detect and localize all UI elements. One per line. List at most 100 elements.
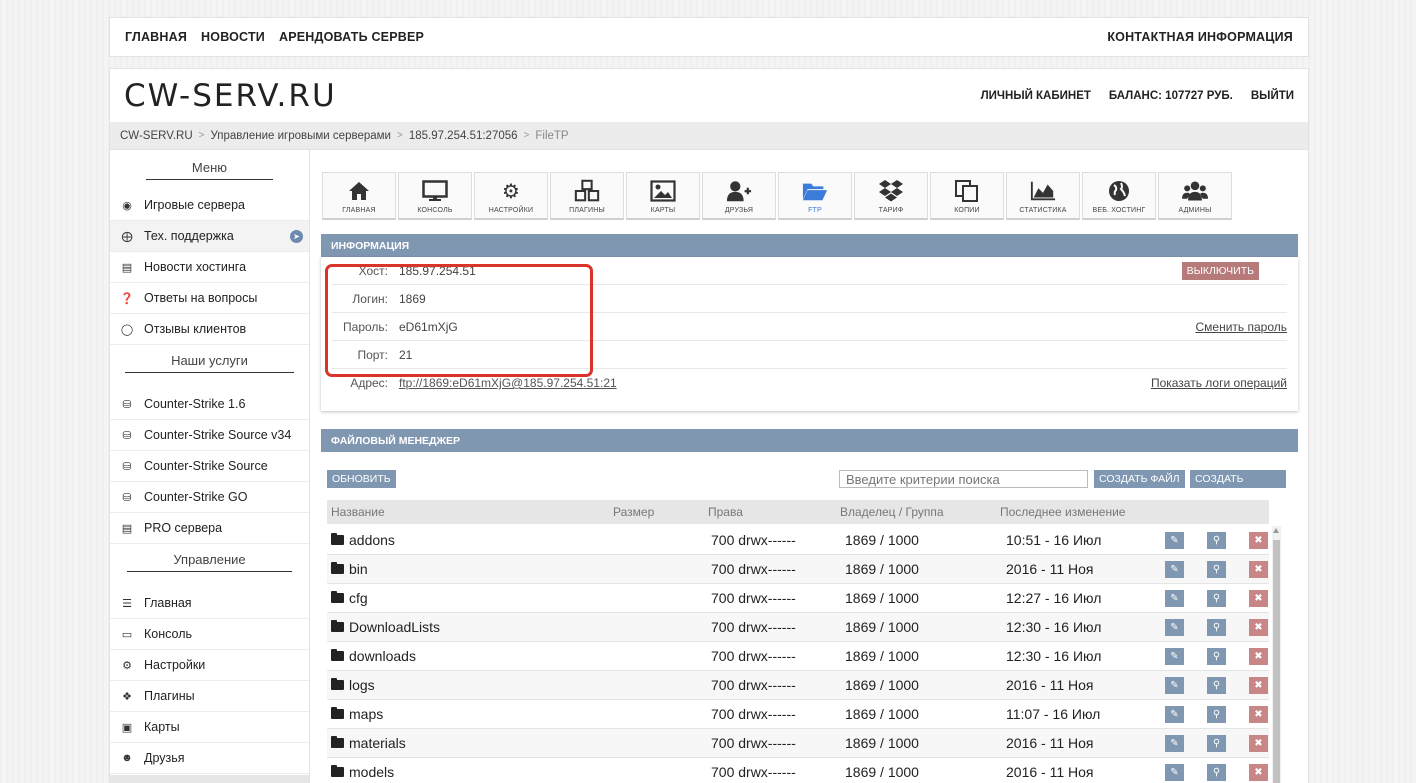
sidebar-item-css-v34[interactable]: ⛁ Counter-Strike Source v34 — [110, 420, 309, 451]
delete-x-icon[interactable]: ✖ — [1249, 619, 1268, 636]
table-row[interactable]: materials 700 drwx------ 1869 / 1000 2016 -… — [327, 729, 1269, 758]
permissions-key-icon[interactable]: ⚲ — [1207, 590, 1226, 607]
tab-admins[interactable]: админы — [1158, 172, 1232, 220]
create-file-button[interactable]: СОЗДАТЬ ФАЙЛ — [1094, 470, 1185, 488]
breadcrumb-item[interactable]: 185.97.254.51:27056 — [409, 130, 518, 142]
sidebar-item-settings[interactable]: ⚙ Настройки — [110, 650, 309, 681]
sidebar-item-csgo[interactable]: ⛁ Counter-Strike GO — [110, 482, 309, 513]
file-name[interactable]: models — [349, 764, 394, 780]
scroll-up-arrow-icon[interactable] — [1273, 528, 1279, 533]
permissions-key-icon[interactable]: ⚲ — [1207, 561, 1226, 578]
site-logo[interactable]: CW-SERV.RU — [124, 78, 337, 114]
permissions-key-icon[interactable]: ⚲ — [1207, 619, 1226, 636]
create-folder-button[interactable]: СОЗДАТЬ ПАПКУ — [1190, 470, 1286, 503]
tab-plugins[interactable]: плагины — [550, 172, 624, 220]
column-name[interactable]: Название — [331, 505, 385, 519]
file-name[interactable]: addons — [349, 532, 395, 548]
delete-x-icon[interactable]: ✖ — [1249, 735, 1268, 752]
tab-settings[interactable]: ⚙ настройки — [474, 172, 548, 220]
tab-console[interactable]: консоль — [398, 172, 472, 220]
permissions-key-icon[interactable]: ⚲ — [1207, 735, 1226, 752]
delete-x-icon[interactable]: ✖ — [1249, 706, 1268, 723]
sidebar-item-maps[interactable]: ▣ Карты — [110, 712, 309, 743]
table-row[interactable]: maps 700 drwx------ 1869 / 1000 11:07 - 16 … — [327, 700, 1269, 729]
edit-pencil-icon[interactable]: ✎ — [1165, 706, 1184, 723]
balance-label[interactable]: БАЛАНС: 107727 РУБ. — [1109, 90, 1233, 102]
table-row[interactable]: bin 700 drwx------ 1869 / 1000 2016 - 11 Но… — [327, 555, 1269, 584]
sidebar-item-pro[interactable]: ▤ PRO сервера — [110, 513, 309, 544]
edit-pencil-icon[interactable]: ✎ — [1165, 677, 1184, 694]
file-name[interactable]: downloads — [349, 648, 416, 664]
file-name[interactable]: bin — [349, 561, 368, 577]
tab-tariff[interactable]: тариф — [854, 172, 928, 220]
edit-pencil-icon[interactable]: ✎ — [1165, 561, 1184, 578]
breadcrumb-item[interactable]: Управление игровыми серверами — [210, 130, 390, 142]
table-row[interactable]: downloads 700 drwx------ 1869 / 1000 12:30 … — [327, 642, 1269, 671]
delete-x-icon[interactable]: ✖ — [1249, 590, 1268, 607]
table-row[interactable]: addons 700 drwx------ 1869 / 1000 10:51 - 1… — [327, 526, 1269, 555]
disable-ftp-button[interactable]: ВЫКЛЮЧИТЬ — [1181, 261, 1259, 280]
column-owner[interactable]: Владелец / Группа — [840, 505, 944, 519]
refresh-button[interactable]: ОБНОВИТЬ — [327, 470, 396, 488]
file-name[interactable]: materials — [349, 735, 406, 751]
show-logs-link[interactable]: Показать логи операций — [1151, 376, 1287, 390]
edit-pencil-icon[interactable]: ✎ — [1165, 764, 1184, 781]
sidebar-item-manage-home[interactable]: ☰ Главная — [110, 588, 309, 619]
sidebar-item-support[interactable]: ⨁ Тех. поддержка ➤ — [110, 221, 309, 252]
scrollbar-thumb[interactable] — [1273, 540, 1280, 783]
breadcrumb-item[interactable]: CW-SERV.RU — [120, 130, 193, 142]
tab-backups[interactable]: копии — [930, 172, 1004, 220]
edit-pencil-icon[interactable]: ✎ — [1165, 648, 1184, 665]
sidebar-item-news[interactable]: ▤ Новости хостинга — [110, 252, 309, 283]
ftp-address-link[interactable]: ftp://1869:eD61mXjG@185.97.254.51:21 — [399, 376, 617, 390]
edit-pencil-icon[interactable]: ✎ — [1165, 619, 1184, 636]
delete-x-icon[interactable]: ✖ — [1249, 677, 1268, 694]
sidebar-item-plugins[interactable]: ❖ Плагины — [110, 681, 309, 712]
change-password-link[interactable]: Сменить пароль — [1195, 320, 1287, 334]
delete-x-icon[interactable]: ✖ — [1249, 648, 1268, 665]
column-modified[interactable]: Последнее изменение — [1000, 505, 1125, 519]
tab-friends[interactable]: друзья — [702, 172, 776, 220]
edit-pencil-icon[interactable]: ✎ — [1165, 532, 1184, 549]
edit-pencil-icon[interactable]: ✎ — [1165, 590, 1184, 607]
permissions-key-icon[interactable]: ⚲ — [1207, 706, 1226, 723]
sidebar-item-game-servers[interactable]: ◉ Игровые сервера — [110, 190, 309, 221]
table-row[interactable]: DownloadLists 700 drwx------ 1869 / 1000 12… — [327, 613, 1269, 642]
tab-web-hosting[interactable]: веб. хостинг — [1082, 172, 1156, 220]
nav-contact-link[interactable]: КОНТАКТНАЯ ИНФОРМАЦИЯ — [1107, 30, 1293, 44]
nav-news-link[interactable]: НОВОСТИ — [201, 30, 265, 44]
sidebar-item-console[interactable]: ▭ Консоль — [110, 619, 309, 650]
table-row[interactable]: cfg 700 drwx------ 1869 / 1000 12:27 - 16 И… — [327, 584, 1269, 613]
table-row[interactable]: logs 700 drwx------ 1869 / 1000 2016 - 11 Н… — [327, 671, 1269, 700]
sidebar-item-faq[interactable]: ❓ Ответы на вопросы — [110, 283, 309, 314]
permissions-key-icon[interactable]: ⚲ — [1207, 648, 1226, 665]
search-input[interactable] — [839, 470, 1088, 488]
nav-rent-server-link[interactable]: АРЕНДОВАТЬ СЕРВЕР — [279, 30, 424, 44]
file-name[interactable]: DownloadLists — [349, 619, 440, 635]
sidebar-item-friends[interactable]: ☻ Друзья — [110, 743, 309, 774]
column-size[interactable]: Размер — [613, 505, 654, 519]
file-name[interactable]: logs — [349, 677, 375, 693]
table-row[interactable]: models 700 drwx------ 1869 / 1000 2016 - 11… — [327, 758, 1269, 783]
sidebar-item-cs16[interactable]: ⛁ Counter-Strike 1.6 — [110, 389, 309, 420]
file-name[interactable]: cfg — [349, 590, 368, 606]
sidebar-item-reviews[interactable]: ◯ Отзывы клиентов — [110, 314, 309, 345]
tab-maps[interactable]: карты — [626, 172, 700, 220]
delete-x-icon[interactable]: ✖ — [1249, 764, 1268, 781]
sidebar-item-css[interactable]: ⛁ Counter-Strike Source — [110, 451, 309, 482]
permissions-key-icon[interactable]: ⚲ — [1207, 532, 1226, 549]
file-name[interactable]: maps — [349, 706, 383, 722]
edit-pencil-icon[interactable]: ✎ — [1165, 735, 1184, 752]
tab-home[interactable]: главная — [322, 172, 396, 220]
permissions-key-icon[interactable]: ⚲ — [1207, 764, 1226, 781]
column-rights[interactable]: Права — [708, 505, 743, 519]
logout-link[interactable]: ВЫЙТИ — [1251, 90, 1294, 102]
nav-home-link[interactable]: ГЛАВНАЯ — [125, 30, 187, 44]
delete-x-icon[interactable]: ✖ — [1249, 532, 1268, 549]
tab-statistics[interactable]: статистика — [1006, 172, 1080, 220]
permissions-key-icon[interactable]: ⚲ — [1207, 677, 1226, 694]
tab-ftp[interactable]: ftp — [778, 172, 852, 220]
file-table-scrollbar[interactable] — [1272, 526, 1281, 783]
cabinet-link[interactable]: ЛИЧНЫЙ КАБИНЕТ — [981, 90, 1091, 102]
delete-x-icon[interactable]: ✖ — [1249, 561, 1268, 578]
